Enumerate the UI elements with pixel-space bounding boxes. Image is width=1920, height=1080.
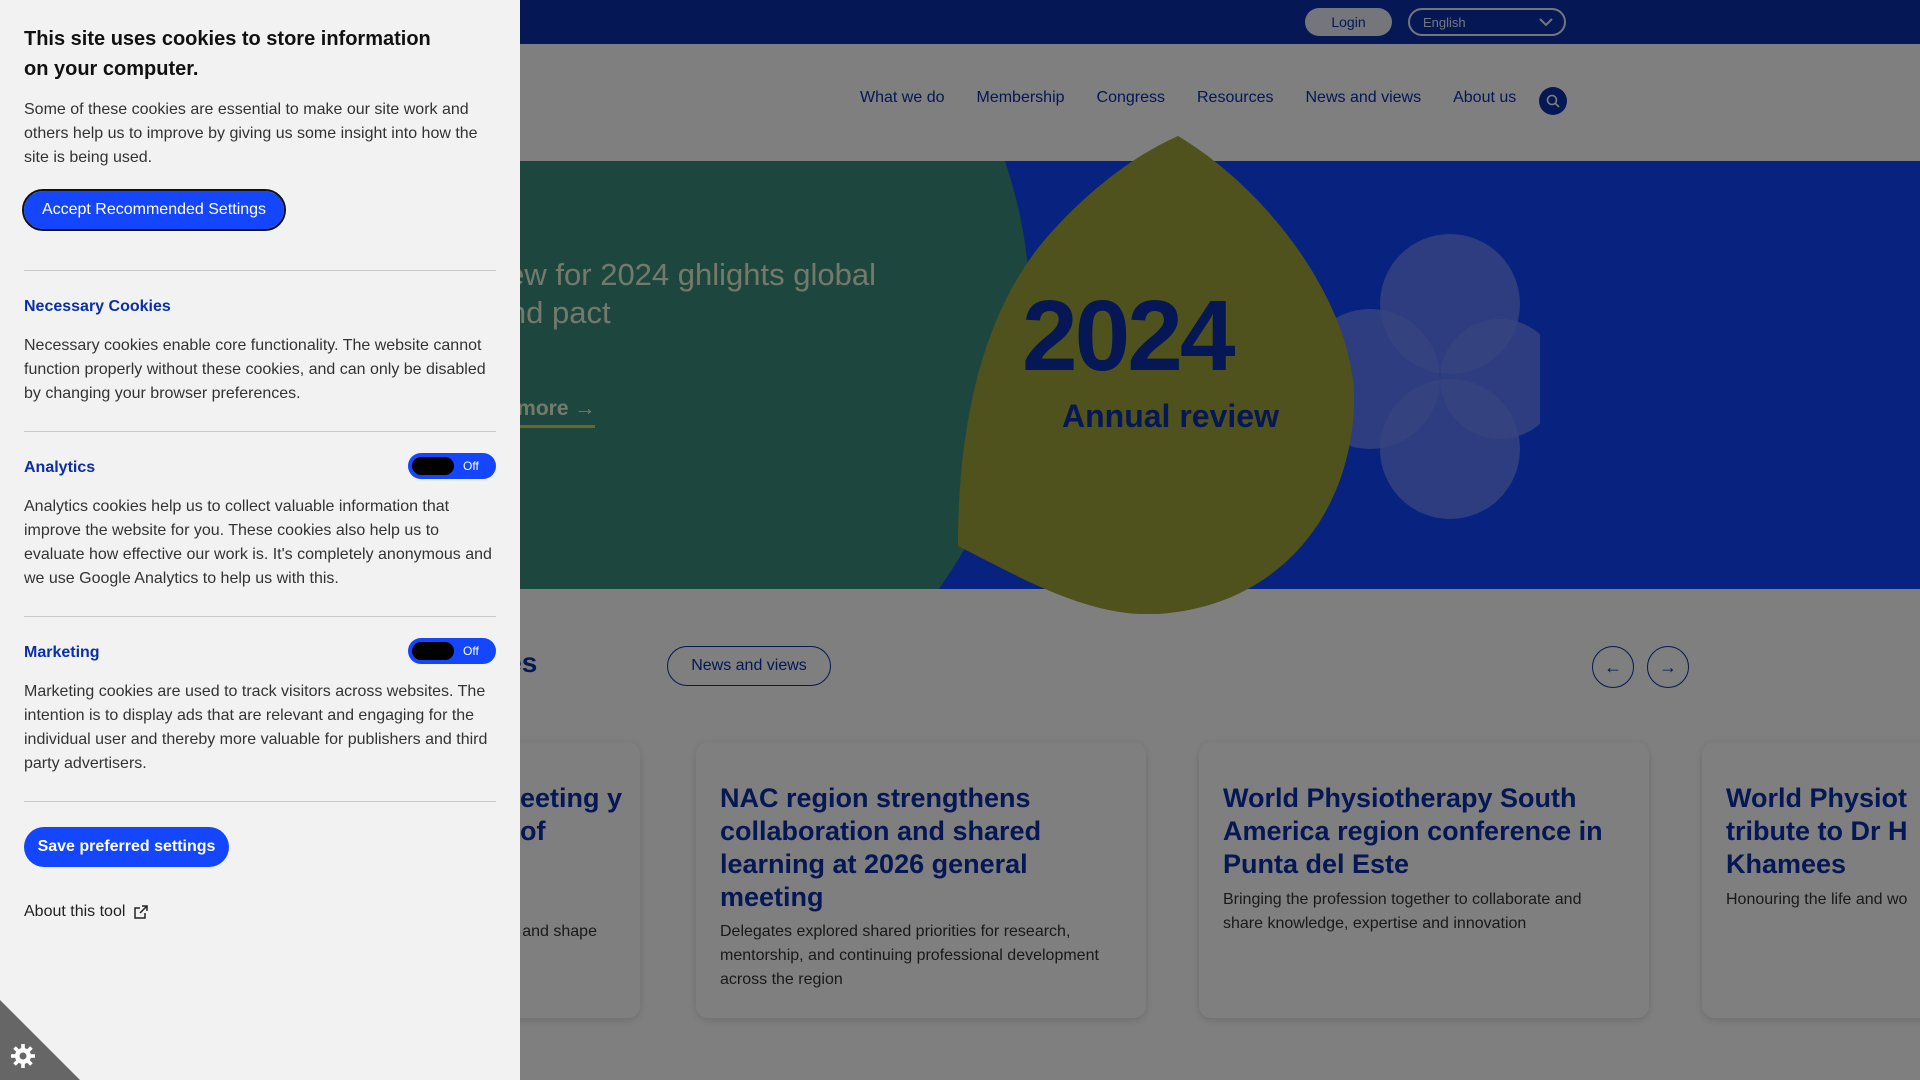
toggle-knob: [412, 457, 454, 475]
divider: [24, 801, 496, 802]
analytics-toggle[interactable]: Off: [408, 453, 496, 479]
divider: [24, 270, 496, 271]
marketing-toggle[interactable]: Off: [408, 638, 496, 664]
necessary-cookies-text: Necessary cookies enable core functional…: [24, 337, 486, 402]
necessary-cookies-title: Necessary Cookies: [24, 298, 171, 315]
cookie-settings-corner-button[interactable]: [0, 1000, 80, 1080]
gear-icon: [11, 1044, 35, 1068]
cookie-panel-title: This site uses cookies to store informat…: [24, 28, 431, 80]
toggle-state: Off: [463, 459, 479, 473]
toggle-state: Off: [463, 644, 479, 658]
cookie-consent-panel: This site uses cookies to store informat…: [0, 0, 520, 1080]
marketing-cookies-text: Marketing cookies are used to track visi…: [24, 683, 488, 772]
external-link-icon: [134, 905, 149, 919]
about-this-tool-link[interactable]: About this tool: [24, 903, 149, 921]
divider: [24, 616, 496, 617]
save-preferred-settings-button[interactable]: Save preferred settings: [24, 827, 229, 867]
divider: [24, 431, 496, 432]
analytics-cookies-title: Analytics: [24, 459, 96, 476]
marketing-cookies-title: Marketing: [24, 644, 100, 661]
analytics-cookies-text: Analytics cookies help us to collect val…: [24, 498, 492, 587]
cookie-panel-intro: Some of these cookies are essential to m…: [24, 101, 478, 166]
about-this-tool-label: About this tool: [24, 903, 126, 920]
toggle-knob: [412, 642, 454, 660]
accept-recommended-button[interactable]: Accept Recommended Settings: [22, 189, 286, 231]
